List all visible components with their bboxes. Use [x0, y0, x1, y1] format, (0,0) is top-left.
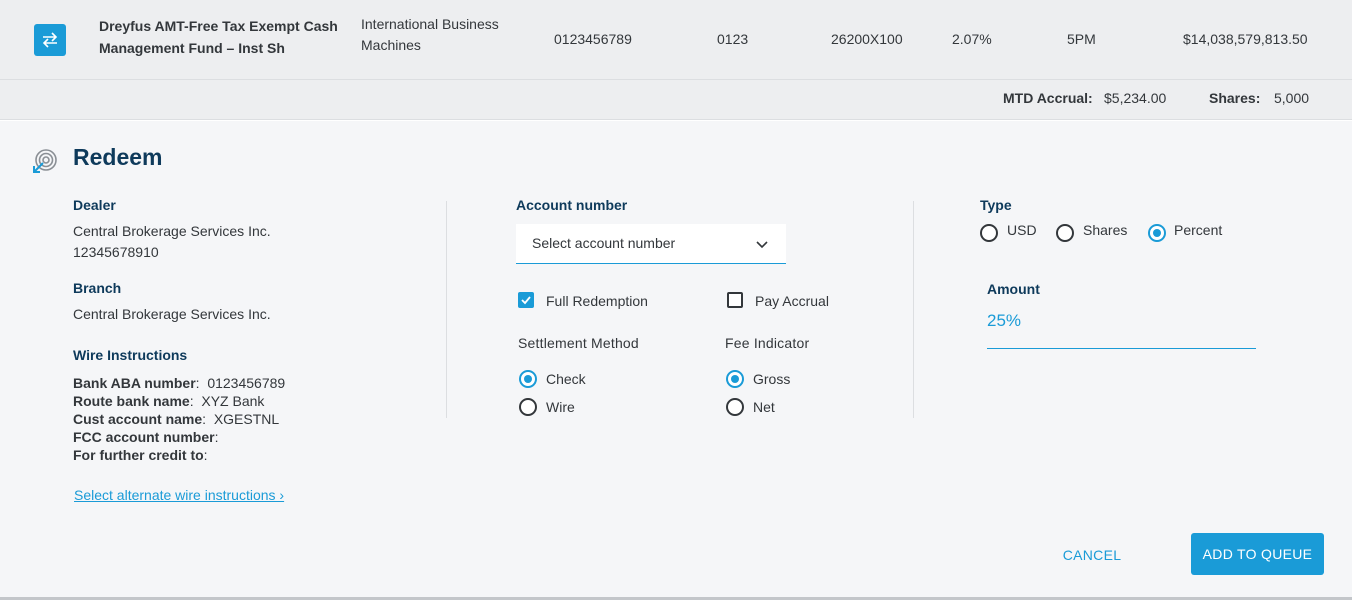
wire-line-label: For further credit to	[73, 447, 204, 463]
wire-line-value: 0123456789	[207, 375, 286, 391]
column-divider	[446, 201, 447, 418]
pay-accrual-label: Pay Accrual	[755, 293, 829, 309]
fund-name: Dreyfus AMT-Free Tax Exempt Cash Managem…	[99, 18, 338, 56]
wire-line-aba: Bank ABA number: 0123456789	[73, 375, 286, 391]
settlement-check-label: Check	[546, 371, 586, 387]
column-divider	[913, 201, 914, 418]
type-usd-label: USD	[1007, 222, 1037, 238]
wire-line-cust-account: Cust account name: XGESTNL	[73, 411, 280, 427]
type-label: Type	[980, 197, 1012, 213]
fee-gross-radio[interactable]	[726, 370, 744, 388]
full-redemption-label: Full Redemption	[546, 293, 648, 309]
cancel-button[interactable]: CANCEL	[1052, 534, 1132, 576]
amount-value: 25%	[987, 311, 1022, 330]
pay-accrual-checkbox[interactable]	[727, 292, 743, 308]
redeem-panel: Redeem Dealer Central Brokerage Services…	[0, 121, 1352, 598]
settlement-wire-label: Wire	[546, 399, 575, 415]
type-shares-label: Shares	[1083, 222, 1128, 238]
type-percent-label: Percent	[1174, 222, 1223, 238]
yield-value: 2.07%	[952, 31, 992, 47]
dealer-label: Dealer	[73, 197, 116, 213]
redeem-target-icon	[30, 147, 58, 175]
amount-input[interactable]: 25%	[987, 307, 1256, 349]
account-number-select[interactable]: Select account number	[516, 224, 786, 264]
account-number-label: Account number	[516, 197, 628, 213]
account-number-placeholder: Select account number	[532, 235, 676, 251]
balance-value: $14,038,579,813.50	[1183, 31, 1308, 47]
wire-line-label: Route bank name	[73, 393, 190, 409]
amount-label: Amount	[987, 281, 1040, 297]
fee-net-radio[interactable]	[726, 398, 744, 416]
account-number: 0123456789	[554, 31, 632, 47]
fund-code: 0123	[717, 31, 749, 47]
type-percent-radio[interactable]	[1148, 224, 1166, 242]
fee-indicator-label: Fee Indicator	[725, 335, 810, 351]
ticker-code: 26200X100	[831, 31, 903, 47]
settlement-wire-radio[interactable]	[519, 398, 537, 416]
wire-line-label: Cust account name	[73, 411, 203, 427]
alternate-wire-link[interactable]: Select alternate wire instructions ›	[74, 487, 284, 503]
cutoff-time: 5PM	[1067, 31, 1096, 47]
wire-line-label: FCC account number	[73, 429, 215, 445]
branch-name: Central Brokerage Services Inc.	[73, 306, 271, 322]
type-usd-radio[interactable]	[980, 224, 998, 242]
redeem-title: Redeem	[73, 144, 163, 170]
wire-instructions-label: Wire Instructions	[73, 347, 188, 363]
swap-arrows-icon[interactable]	[34, 24, 66, 56]
mtd-accrual-label: MTD Accrual:	[1003, 90, 1093, 106]
wire-line-route-bank: Route bank name: XYZ Bank	[73, 393, 265, 409]
shares-label: Shares:	[1209, 90, 1261, 106]
wire-line-value: XGESTNL	[213, 411, 280, 427]
wire-line-label: Bank ABA number	[73, 375, 196, 391]
branch-label: Branch	[73, 280, 122, 296]
settlement-check-radio[interactable]	[519, 370, 537, 388]
wire-line-fcc-account: FCC account number:	[73, 429, 219, 445]
dealer-number: 12345678910	[73, 244, 159, 260]
accrual-row: MTD Accrual: $5,234.00 Shares: 5,000	[0, 80, 1352, 120]
settlement-method-label: Settlement Method	[518, 335, 639, 351]
fee-gross-label: Gross	[753, 371, 791, 387]
wire-line-value: XYZ Bank	[201, 393, 265, 409]
dealer-name: Central Brokerage Services Inc.	[73, 223, 271, 239]
mtd-accrual-value: $5,234.00	[1104, 90, 1167, 106]
full-redemption-checkbox[interactable]	[518, 292, 534, 308]
fund-row[interactable]: Dreyfus AMT-Free Tax Exempt Cash Managem…	[0, 0, 1352, 80]
shares-value: 5,000	[1274, 90, 1310, 106]
company-name: International Business Machines	[361, 16, 499, 53]
wire-line-further-credit: For further credit to:	[73, 447, 208, 463]
chevron-down-icon[interactable]	[754, 236, 770, 252]
add-to-queue-button[interactable]: ADD TO QUEUE	[1191, 533, 1324, 575]
type-shares-radio[interactable]	[1056, 224, 1074, 242]
fee-net-label: Net	[753, 399, 775, 415]
